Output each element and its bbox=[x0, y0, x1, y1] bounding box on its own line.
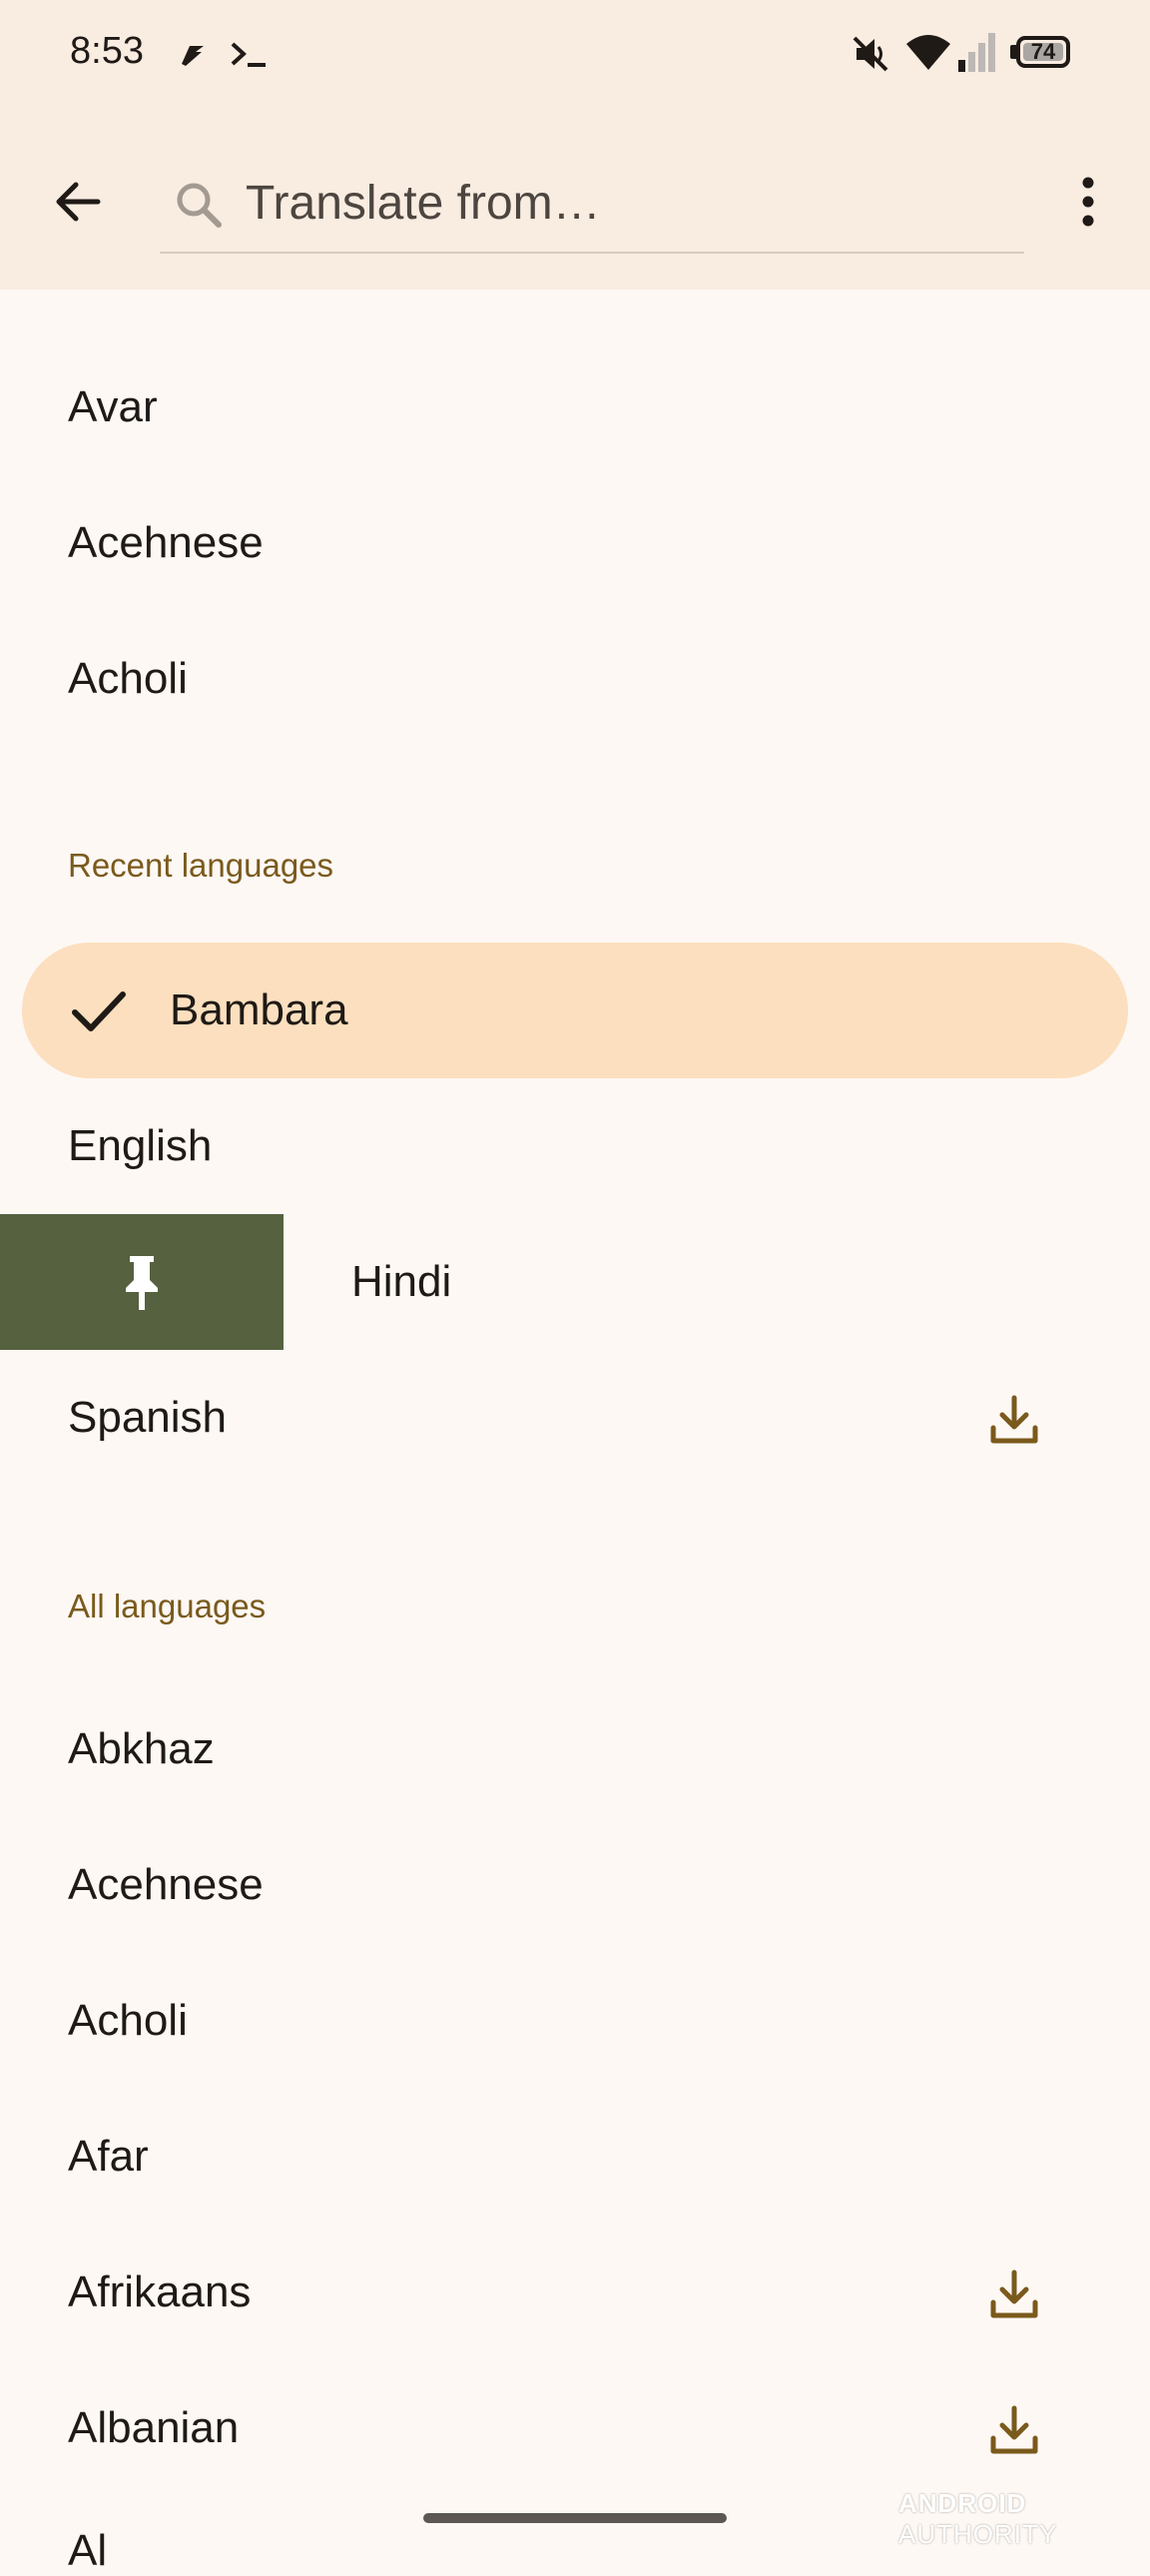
language-label: Hindi bbox=[351, 1257, 452, 1306]
language-label: Afrikaans bbox=[68, 2267, 252, 2316]
swiped-list-item[interactable]: Hindi bbox=[0, 1214, 1150, 1350]
language-label: Spanish bbox=[68, 1393, 228, 1442]
selected-language-label: Bambara bbox=[170, 985, 348, 1034]
language-label: Abkhaz bbox=[68, 1724, 215, 1773]
search-field[interactable] bbox=[160, 150, 1024, 254]
list-item[interactable]: Abkhaz bbox=[0, 1681, 1150, 1817]
more-vert-icon bbox=[1082, 177, 1094, 227]
messenger-icon bbox=[182, 46, 204, 66]
status-bar: 8:53 74 bbox=[0, 0, 1150, 110]
list-item[interactable]: Acholi bbox=[0, 1953, 1150, 2089]
partially-visible-list-item[interactable]: Al bbox=[68, 2526, 107, 2576]
terminal-icon bbox=[231, 42, 266, 67]
list-item[interactable]: Spanish bbox=[0, 1350, 1150, 1486]
download-icon[interactable] bbox=[988, 2268, 1040, 2320]
list-item[interactable]: Acehnese bbox=[0, 1817, 1150, 1953]
home-indicator[interactable] bbox=[423, 2513, 727, 2523]
app-bar bbox=[0, 110, 1150, 290]
list-item[interactable]: Acehnese bbox=[0, 475, 1150, 611]
status-time: 8:53 bbox=[70, 30, 144, 72]
list-item[interactable]: Afar bbox=[0, 2089, 1150, 2225]
language-label: Acehnese bbox=[68, 1860, 264, 1909]
back-button[interactable] bbox=[36, 160, 120, 244]
selected-language-row[interactable]: Bambara bbox=[22, 943, 1128, 1078]
language-label: Afar bbox=[68, 2132, 149, 2181]
list-item[interactable]: Albanian bbox=[0, 2360, 1150, 2496]
pin-icon bbox=[126, 1256, 158, 1310]
battery-icon: 74 bbox=[1016, 36, 1070, 68]
language-label: Avar bbox=[68, 382, 158, 431]
language-label: Acehnese bbox=[68, 518, 264, 567]
language-label: English bbox=[68, 1121, 213, 1170]
signal-icon bbox=[958, 33, 995, 72]
language-label: Acholi bbox=[68, 654, 188, 703]
battery-level: 74 bbox=[1030, 39, 1056, 64]
wifi-icon bbox=[906, 35, 950, 70]
section-header-all: All languages bbox=[68, 1588, 267, 1624]
list-item[interactable]: Avar bbox=[0, 339, 1150, 475]
pin-action[interactable] bbox=[0, 1214, 284, 1350]
download-icon[interactable] bbox=[988, 1394, 1040, 1446]
more-options-button[interactable] bbox=[1058, 160, 1118, 244]
list-item[interactable]: English bbox=[0, 1078, 1150, 1214]
language-label: Acholi bbox=[68, 1996, 188, 2045]
download-icon[interactable] bbox=[988, 2404, 1040, 2456]
list-item[interactable]: Acholi bbox=[0, 611, 1150, 747]
section-header-recent: Recent languages bbox=[68, 847, 334, 884]
arrow-back-icon bbox=[56, 182, 101, 222]
mute-icon bbox=[853, 36, 888, 72]
search-icon bbox=[177, 183, 222, 228]
search-input[interactable] bbox=[246, 168, 984, 238]
list-item[interactable]: Afrikaans bbox=[0, 2225, 1150, 2360]
watermark: ANDROID AUTHORITY bbox=[898, 2488, 1058, 2549]
language-label: Albanian bbox=[68, 2403, 240, 2452]
check-icon bbox=[72, 991, 126, 1031]
